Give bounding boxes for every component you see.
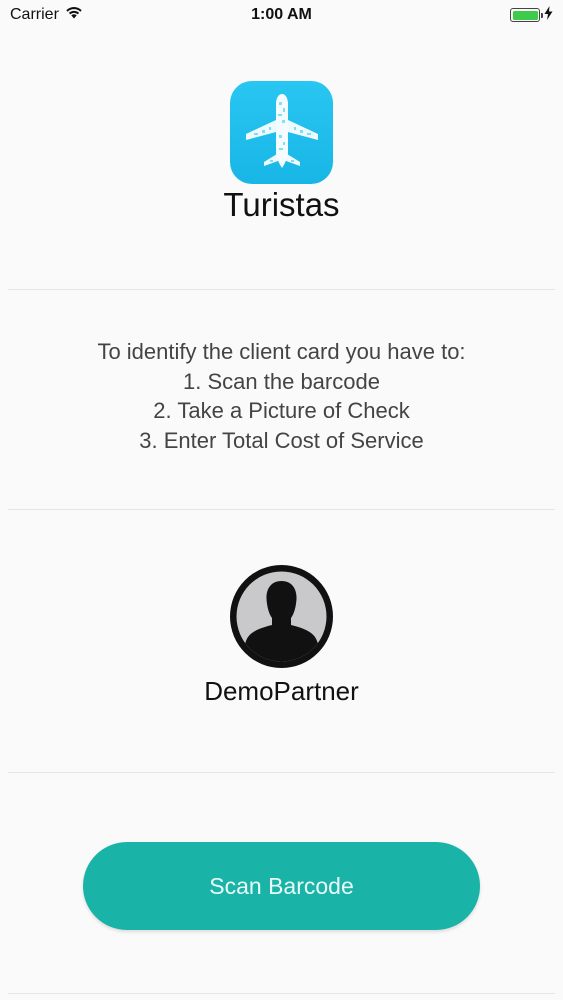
wifi-icon bbox=[65, 6, 83, 24]
avatar bbox=[230, 565, 333, 668]
status-time: 1:00 AM bbox=[251, 6, 312, 23]
divider bbox=[8, 289, 555, 290]
instruction-step-2: 2. Take a Picture of Check bbox=[153, 398, 410, 423]
instructions: To identify the client card you have to:… bbox=[0, 337, 563, 455]
status-bar: Carrier 1:00 AM bbox=[0, 0, 563, 30]
status-left: Carrier bbox=[10, 6, 83, 24]
person-silhouette-icon bbox=[236, 571, 327, 662]
battery-icon bbox=[510, 8, 543, 22]
app-icon bbox=[230, 81, 333, 184]
divider bbox=[8, 993, 555, 994]
status-right bbox=[510, 5, 553, 25]
charging-icon bbox=[544, 5, 553, 25]
app-title: Turistas bbox=[223, 186, 340, 223]
divider bbox=[8, 772, 555, 773]
carrier-label: Carrier bbox=[10, 6, 59, 23]
instruction-step-1: 1. Scan the barcode bbox=[183, 368, 380, 394]
instruction-step-3: 3. Enter Total Cost of Service bbox=[139, 427, 424, 453]
divider bbox=[8, 509, 555, 510]
scan-barcode-label: Scan Barcode bbox=[209, 872, 354, 899]
partner-name: DemoPartner bbox=[204, 676, 359, 706]
airplane-icon bbox=[245, 93, 318, 168]
scan-barcode-button[interactable]: Scan Barcode bbox=[83, 842, 480, 930]
instruction-heading: To identify the client card you have to: bbox=[97, 339, 466, 364]
